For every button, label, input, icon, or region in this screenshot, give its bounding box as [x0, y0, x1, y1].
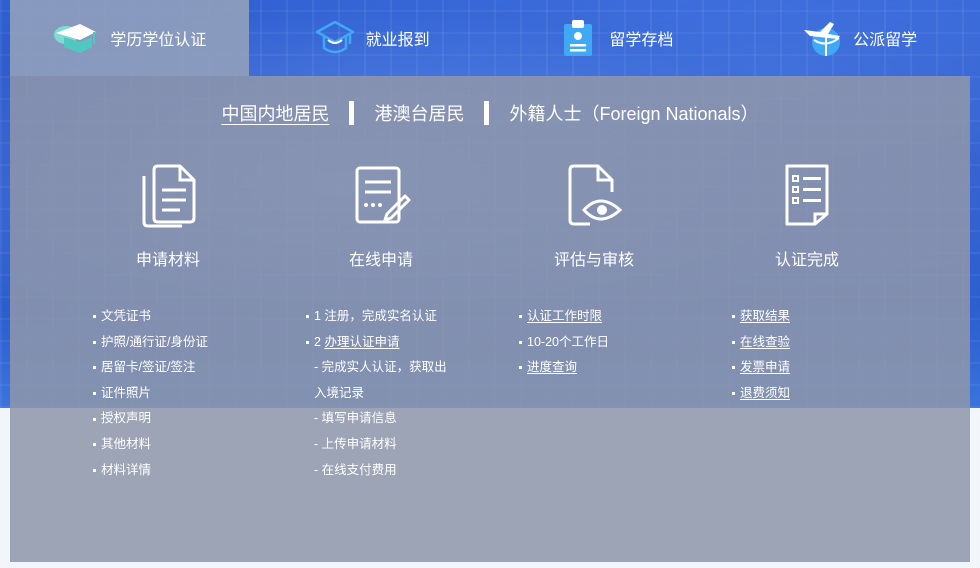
list-item: 在线查验: [732, 330, 790, 356]
bullet-icon: [732, 315, 735, 319]
step-title: 在线申请: [348, 252, 413, 269]
list-item: 10-20个工作日: [519, 330, 609, 356]
bullet-icon: [732, 340, 735, 344]
list-item: - 上传申请材料: [314, 436, 397, 451]
review-list: 认证工作时限 10-20个工作日 进度查询: [519, 304, 609, 381]
airplane-globe-icon: [799, 18, 845, 58]
step-verification-complete: 认证完成: [701, 160, 913, 270]
list-item: 2 办理认证申请: [306, 330, 447, 356]
invoice-request-link[interactable]: 发票申请: [740, 355, 790, 381]
tab-label: 学历学位认证: [110, 32, 207, 49]
bullet-icon: [519, 366, 522, 370]
tab-label: 就业报到: [365, 32, 430, 49]
document-eye-icon: [559, 160, 629, 230]
step-evaluation-review: 评估与审核: [488, 160, 700, 270]
list-item: - 完成实人认证，获取出: [314, 360, 447, 375]
bullet-icon: [93, 417, 96, 421]
subnav-mainland[interactable]: 中国内地居民: [219, 100, 331, 126]
step-title: 申请材料: [135, 252, 200, 269]
list-item: 1 注册，完成实名认证: [306, 304, 447, 330]
subnav-divider: [484, 101, 490, 125]
cap-outline-icon: [312, 18, 358, 58]
bullet-icon: [306, 315, 309, 319]
archive-document-icon: [555, 18, 601, 58]
list-item: 其他材料: [93, 432, 208, 458]
complete-list: 获取结果 在线查验 发票申请 退费须知: [732, 304, 790, 406]
list-item: 护照/通行证/身份证: [93, 330, 208, 356]
get-result-link[interactable]: 获取结果: [740, 304, 790, 330]
refund-notice-link[interactable]: 退费须知: [740, 381, 790, 407]
subnav-foreign-nationals[interactable]: 外籍人士（Foreign Nationals）: [507, 100, 760, 126]
bullet-icon: [306, 340, 309, 344]
documents-icon: [133, 160, 203, 230]
online-application-list: 1 注册，完成实名认证 2 办理认证申请 - 完成实人认证，获取出 入境记录 -…: [306, 304, 447, 483]
tab-government-study-abroad[interactable]: 公派留学: [736, 0, 980, 76]
bullet-icon: [732, 366, 735, 370]
list-item: 材料详情: [93, 458, 208, 484]
bullet-icon: [732, 392, 735, 396]
subnav-divider: [349, 101, 355, 125]
list-item: 证件照片: [93, 381, 208, 407]
bullet-icon: [93, 340, 96, 344]
list-item: - 在线支付费用: [314, 462, 397, 477]
list-item: 居留卡/签证/签注: [93, 355, 208, 381]
list-item: 获取结果: [732, 304, 790, 330]
materials-list: 文凭证书 护照/通行证/身份证 居留卡/签证/签注 证件照片 授权声明 其他材料…: [93, 304, 208, 483]
bullet-icon: [519, 315, 522, 319]
list-item: 文凭证书: [93, 304, 208, 330]
residency-selector: 中国内地居民 港澳台居民 外籍人士（Foreign Nationals）: [10, 98, 970, 128]
time-limit-link[interactable]: 认证工作时限: [527, 304, 602, 330]
bullet-icon: [93, 468, 96, 472]
list-item: 认证工作时限: [519, 304, 609, 330]
graduation-cap-icon: [52, 18, 98, 58]
tab-employment-registration[interactable]: 就业报到: [249, 0, 493, 76]
tab-label: 公派留学: [853, 32, 918, 49]
step-title: 认证完成: [774, 252, 839, 269]
list-item: 退费须知: [732, 381, 790, 407]
form-pen-icon: [346, 160, 416, 230]
online-verify-link[interactable]: 在线查验: [740, 330, 790, 356]
checklist-icon: [772, 160, 842, 230]
list-item: - 填写申请信息: [314, 411, 397, 426]
list-item: 发票申请: [732, 355, 790, 381]
step-online-application: 在线申请: [275, 160, 487, 270]
list-item: 入境记录: [314, 385, 365, 400]
bullet-icon: [93, 315, 96, 319]
tab-degree-verification[interactable]: 学历学位认证: [10, 0, 249, 76]
bullet-icon: [93, 443, 96, 447]
tab-study-archive[interactable]: 留学存档: [493, 0, 737, 76]
progress-query-link[interactable]: 进度查询: [527, 355, 577, 381]
list-item: 授权声明: [93, 406, 208, 432]
bullet-icon: [93, 392, 96, 396]
service-tabs: 学历学位认证 就业报到 留学存档 公派留学: [0, 0, 980, 76]
list-item: 进度查询: [519, 355, 609, 381]
step-title: 评估与审核: [553, 252, 634, 269]
content-panel: 中国内地居民 港澳台居民 外籍人士（Foreign Nationals） 申请材…: [10, 76, 970, 562]
step-materials: 申请材料: [62, 160, 274, 270]
bullet-icon: [519, 340, 522, 344]
subnav-hk-macao-taiwan[interactable]: 港澳台居民: [372, 100, 466, 126]
bullet-icon: [93, 366, 96, 370]
tab-label: 留学存档: [609, 32, 674, 49]
apply-link[interactable]: 办理认证申请: [324, 330, 399, 356]
